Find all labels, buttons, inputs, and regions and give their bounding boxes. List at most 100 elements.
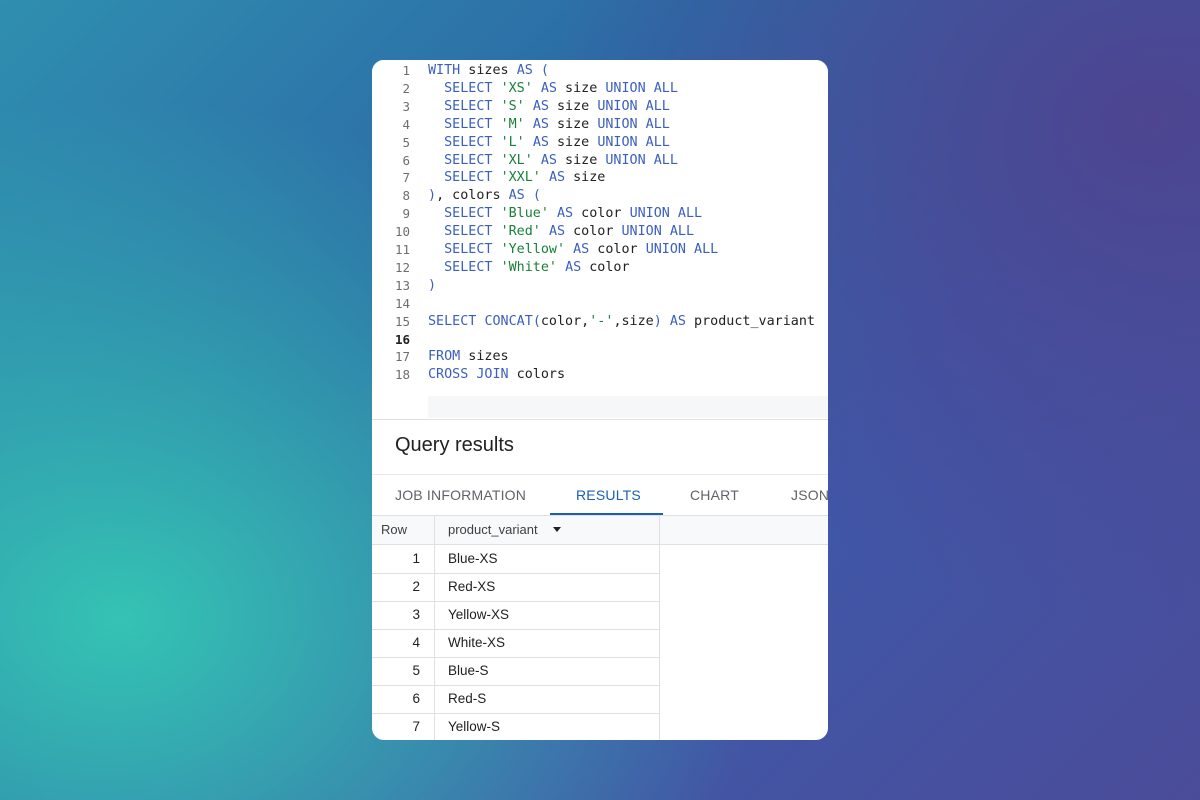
product-variant-cell: Yellow-S [448, 719, 501, 734]
editor-bottom-bar [428, 396, 828, 418]
code-line[interactable]: 16 [372, 331, 828, 349]
tab-results[interactable]: RESULTS [576, 487, 641, 503]
code-token: ( [540, 63, 549, 78]
code-line[interactable]: 2 SELECT 'XS' AS size UNION ALL [372, 80, 828, 98]
code-line[interactable]: 10 SELECT 'Red' AS color UNION ALL [372, 223, 828, 241]
table-row[interactable]: 3 Yellow-XS [372, 601, 660, 630]
sort-dropdown-icon[interactable] [553, 527, 561, 532]
line-code: SELECT 'White' AS color [428, 259, 629, 277]
table-row[interactable]: 4 White-XS [372, 629, 660, 658]
product-variant-cell: White-XS [448, 635, 506, 650]
code-token: AS [565, 259, 582, 275]
tab-chart[interactable]: CHART [690, 487, 739, 503]
code-line[interactable]: 18 CROSS JOIN colors [372, 366, 828, 384]
line-number: 17 [394, 349, 410, 365]
code-token: AS [532, 134, 549, 150]
line-code: SELECT CONCAT(color,'-',size) AS product… [428, 313, 815, 331]
code-line[interactable]: 5 SELECT 'L' AS size UNION ALL [372, 134, 828, 152]
product-variant-cell: Blue-XS [448, 551, 498, 566]
row-number: 3 [412, 607, 420, 622]
row-number: 4 [412, 635, 420, 650]
row-number: 1 [412, 551, 420, 566]
code-token: UNION ALL [621, 224, 695, 240]
product-variant-cell: Red-XS [448, 579, 496, 594]
tab-json[interactable]: JSON [791, 487, 828, 503]
code-token: UNION ALL [597, 98, 670, 114]
sql-editor[interactable]: 1 WITH sizes AS (2 SELECT 'XS' AS size UN… [372, 60, 828, 396]
code-token: 'Yellow' [500, 242, 566, 257]
code-line[interactable]: 1 WITH sizes AS ( [372, 62, 828, 80]
code-line[interactable]: 12 SELECT 'White' AS color [372, 259, 828, 277]
table-row[interactable]: 6 Red-S [372, 685, 660, 714]
code-line[interactable]: 4 SELECT 'M' AS size UNION ALL [372, 116, 828, 134]
line-code: SELECT 'XL' AS size UNION ALL [428, 152, 678, 170]
line-number: 13 [394, 277, 410, 293]
code-token: AS [557, 206, 574, 222]
table-row[interactable]: 7 Yellow-S [372, 713, 660, 740]
line-code: SELECT 'XXL' AS size [428, 169, 605, 187]
code-token: SELECT [444, 80, 493, 96]
line-number: 1 [402, 63, 410, 78]
code-line[interactable]: 6 SELECT 'XL' AS size UNION ALL [372, 152, 828, 170]
code-line[interactable]: 7 SELECT 'XXL' AS size [372, 169, 828, 187]
code-token: '-' [589, 313, 614, 329]
code-token: SELECT [444, 242, 493, 257]
code-token: ) [428, 277, 437, 293]
value-column-divider [659, 516, 660, 740]
table-row[interactable]: 1 Blue-XS [372, 545, 660, 574]
table-row[interactable]: 5 Blue-S [372, 657, 660, 686]
code-line[interactable]: 13) [372, 277, 828, 295]
code-token: 'Red' [500, 224, 541, 240]
code-token: SELECT [428, 313, 477, 329]
code-token: AS [573, 242, 590, 257]
code-token: AS [540, 152, 557, 168]
code-line[interactable]: 8), colors AS ( [372, 187, 828, 205]
code-line[interactable]: 15 SELECT CONCAT(color,'-',size) AS produ… [372, 313, 828, 331]
code-line[interactable]: 11 SELECT 'Yellow' AS color UNION ALL [372, 241, 828, 259]
code-token: AS [516, 63, 533, 78]
row-number: 2 [412, 579, 420, 594]
code-token: ) [653, 313, 662, 329]
code-token: SELECT [444, 206, 493, 222]
code-token: UNION ALL [605, 152, 678, 168]
code-line[interactable]: 14 [372, 295, 828, 313]
code-line[interactable]: 3 SELECT 'S' AS size UNION ALL [372, 98, 828, 116]
line-code: ), colors AS ( [428, 187, 541, 205]
tab-job-information[interactable]: JOB INFORMATION [395, 487, 526, 503]
line-number: 14 [394, 295, 410, 311]
code-token: 'M' [500, 116, 525, 132]
line-code: SELECT 'Blue' AS color UNION ALL [428, 205, 702, 223]
row-column-header: Row [381, 522, 408, 537]
code-line[interactable]: 9 SELECT 'Blue' AS color UNION ALL [372, 205, 828, 223]
code-token: , colors [436, 188, 509, 204]
code-line[interactable]: 17 FROM sizes [372, 348, 828, 366]
code-token: size [565, 170, 606, 186]
code-token: AS [532, 116, 549, 132]
results-table-header: Row product_variant [372, 516, 828, 545]
table-row[interactable]: 2 Red-XS [372, 573, 660, 602]
product-variant-column-header[interactable]: product_variant [448, 516, 538, 544]
code-token: sizes [460, 63, 517, 78]
code-token: FROM [428, 349, 461, 365]
code-token: AS [540, 80, 557, 96]
code-token: size [548, 134, 598, 150]
product-variant-cell: Blue-S [448, 663, 489, 678]
code-token: CONCAT [484, 313, 533, 329]
code-token: size [548, 116, 598, 132]
code-token: color [589, 242, 646, 257]
